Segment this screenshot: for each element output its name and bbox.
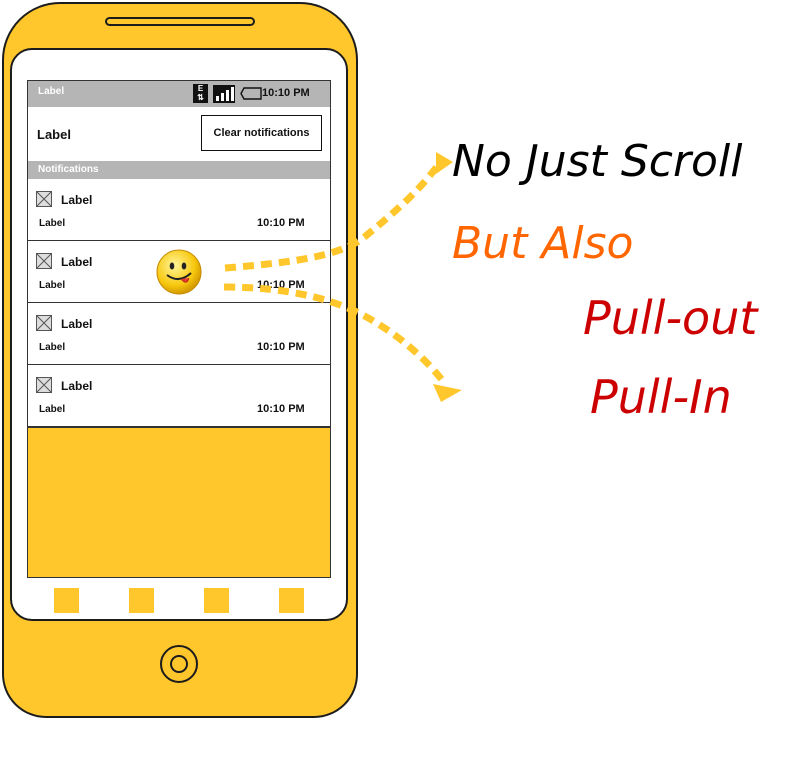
notifications-section-header: Notifications bbox=[28, 161, 330, 179]
header-label: Label bbox=[37, 127, 71, 142]
arrow-down-head bbox=[433, 384, 462, 402]
notification-item[interactable]: Label Label 10:10 PM bbox=[28, 303, 330, 365]
image-placeholder-icon bbox=[36, 191, 52, 207]
image-placeholder-icon bbox=[36, 253, 52, 269]
caption-pull-in: Pull-In bbox=[590, 370, 732, 424]
search-key[interactable] bbox=[279, 588, 304, 613]
home-button-icon bbox=[170, 655, 188, 673]
phone-speaker bbox=[105, 17, 255, 26]
caption-but-also: But Also bbox=[452, 218, 634, 269]
caption-pull-out: Pull-out bbox=[583, 291, 758, 345]
notification-title: Label bbox=[61, 379, 93, 393]
notification-item[interactable]: Label Label 10:10 PM bbox=[28, 365, 330, 427]
notification-subtitle: Label bbox=[39, 342, 66, 353]
home-key[interactable] bbox=[204, 588, 229, 613]
clear-notifications-button[interactable]: Clear notifications bbox=[201, 115, 322, 151]
notification-time: 10:10 PM bbox=[257, 341, 305, 353]
empty-notification-area bbox=[28, 427, 330, 577]
image-placeholder-icon bbox=[36, 315, 52, 331]
smiley-icon bbox=[156, 249, 202, 295]
notification-item[interactable]: Label Label 10:10 PM bbox=[28, 179, 330, 241]
status-bar: Label E ⇅ 10:10 PM bbox=[28, 81, 330, 107]
notification-title: Label bbox=[61, 255, 93, 269]
notification-subtitle: Label bbox=[39, 280, 66, 291]
section-title: Notifications bbox=[38, 164, 99, 175]
battery-icon bbox=[240, 87, 262, 100]
status-bar-label: Label bbox=[38, 86, 65, 97]
arrow-up-head bbox=[436, 152, 453, 174]
image-placeholder-icon bbox=[36, 377, 52, 393]
notification-title: Label bbox=[61, 317, 93, 331]
phone-screen: Label E ⇅ 10:10 PM Label Clear notificati… bbox=[27, 80, 331, 578]
notification-time: 10:10 PM bbox=[257, 279, 305, 291]
network-type-letter: E bbox=[197, 84, 204, 93]
back-key[interactable] bbox=[129, 588, 154, 613]
caption-no-just-scroll: No Just Scroll bbox=[452, 136, 743, 187]
menu-key[interactable] bbox=[54, 588, 79, 613]
network-type-icon: E ⇅ bbox=[193, 84, 208, 103]
home-button[interactable] bbox=[160, 645, 198, 683]
status-time: 10:10 PM bbox=[262, 87, 310, 99]
notification-subtitle: Label bbox=[39, 404, 66, 415]
notification-subtitle: Label bbox=[39, 218, 66, 229]
notification-time: 10:10 PM bbox=[257, 217, 305, 229]
signal-icon bbox=[213, 85, 235, 103]
notification-time: 10:10 PM bbox=[257, 403, 305, 415]
notification-title: Label bbox=[61, 193, 93, 207]
